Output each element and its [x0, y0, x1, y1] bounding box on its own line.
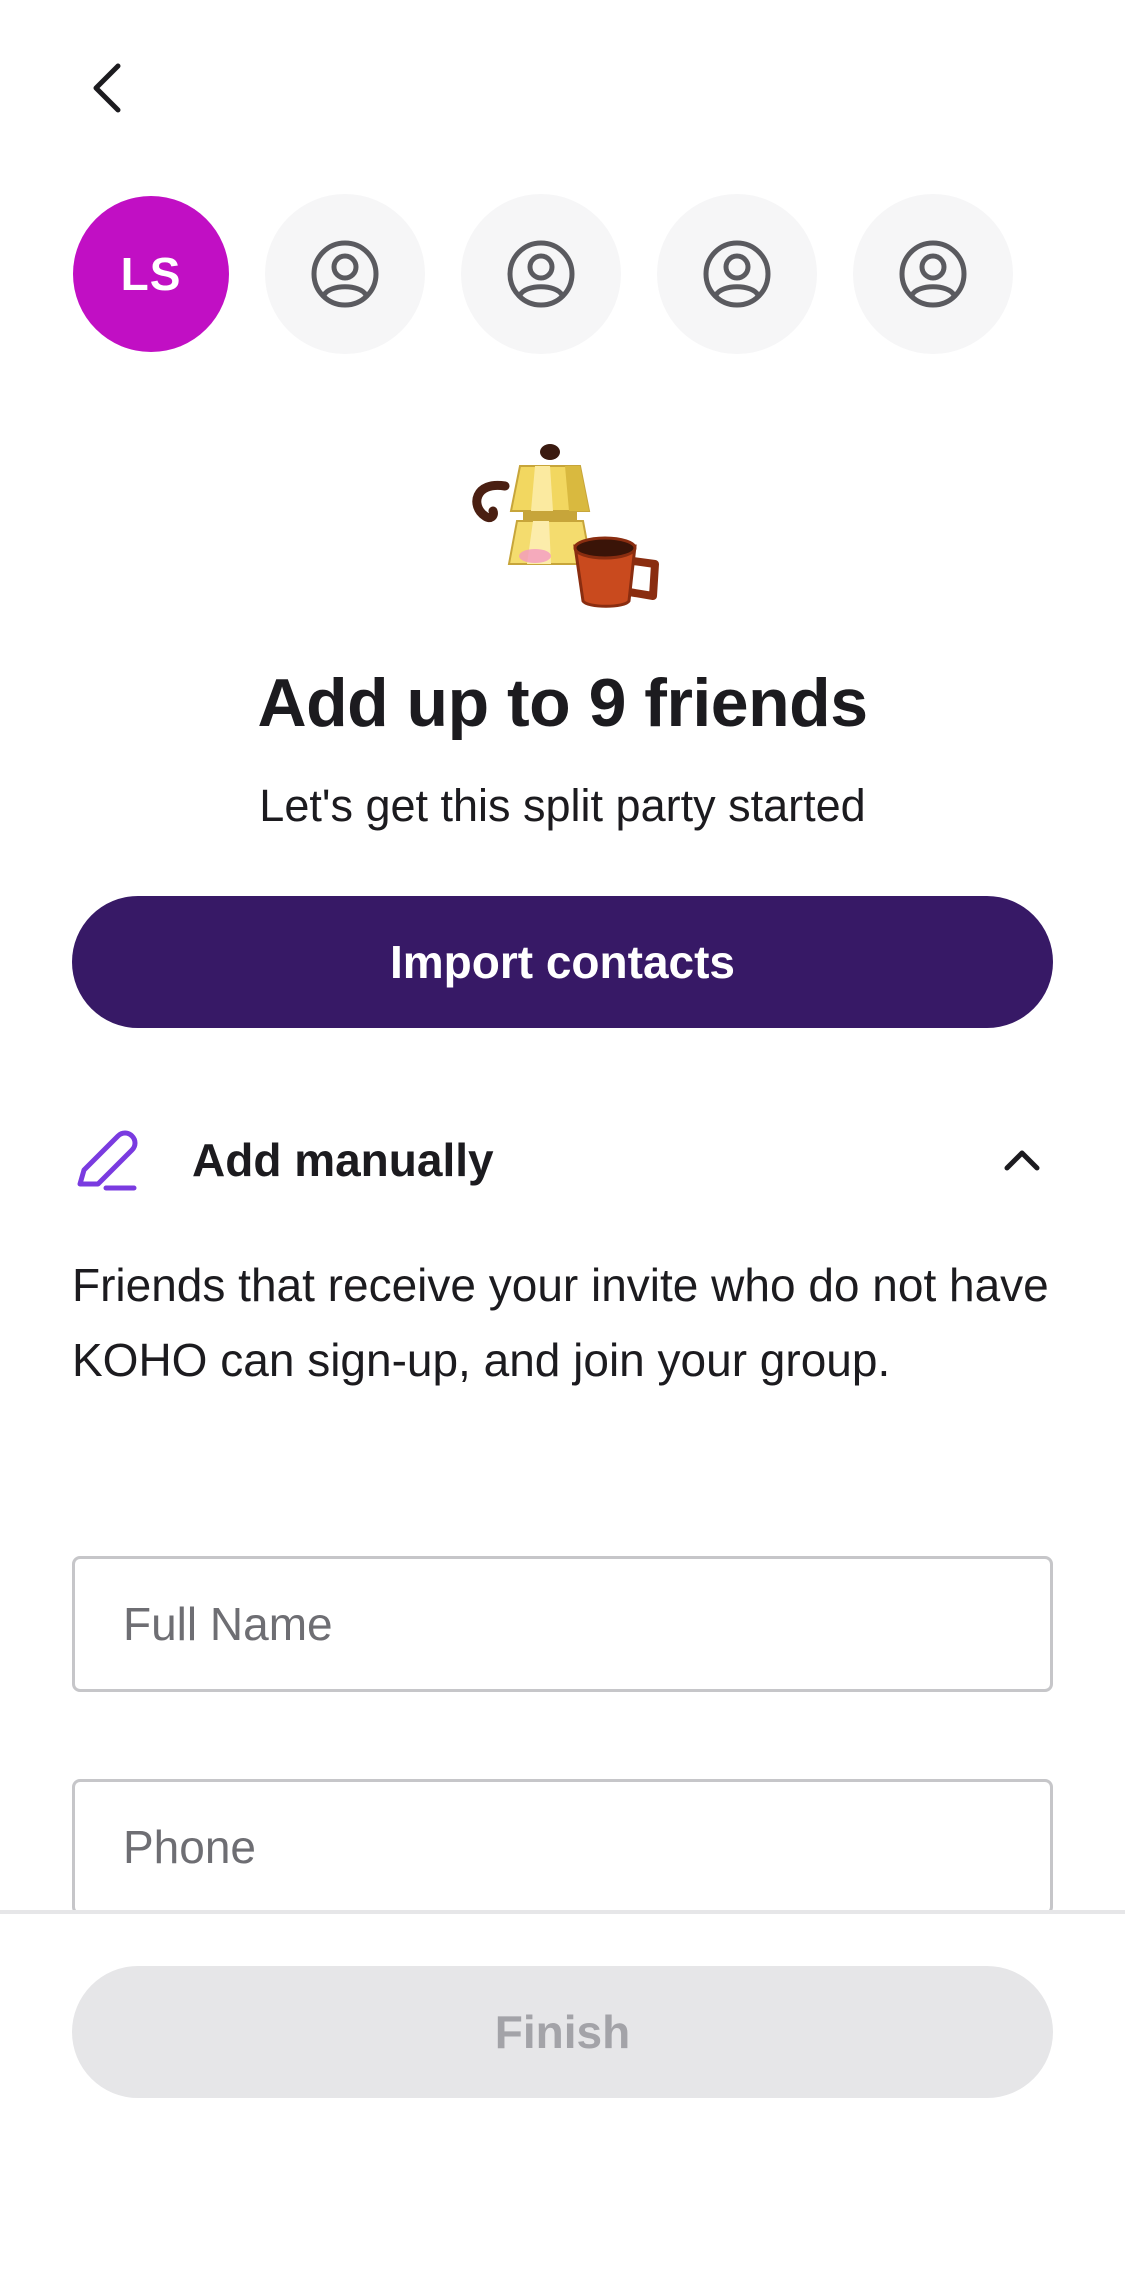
- add-manually-description: Friends that receive your invite who do …: [72, 1259, 1049, 1386]
- person-circle-icon: [899, 240, 967, 308]
- back-button[interactable]: [72, 48, 144, 128]
- full-name-field-container: [72, 1556, 1053, 1692]
- add-friends-screen: LS Add up to 9 friends Let's get this sp…: [0, 0, 1125, 2284]
- person-circle-icon: [311, 240, 379, 308]
- moka-pot-and-cup-illustration: [472, 444, 659, 608]
- person-circle-icon: [507, 240, 575, 308]
- avatar-current-user[interactable]: LS: [73, 196, 229, 352]
- page-title: Add up to 9 friends: [257, 665, 868, 741]
- import-contacts-button[interactable]: Import contacts: [72, 896, 1053, 1028]
- finish-button[interactable]: Finish: [72, 1966, 1053, 2098]
- full-name-input[interactable]: [75, 1559, 1050, 1689]
- group-members-row: LS: [73, 194, 1013, 354]
- avatar-empty-slot[interactable]: [853, 194, 1013, 354]
- avatar-initials: LS: [120, 248, 182, 300]
- avatar-empty-slot[interactable]: [461, 194, 621, 354]
- avatar-empty-slot[interactable]: [265, 194, 425, 354]
- page-subtitle: Let's get this split party started: [259, 780, 866, 831]
- add-manually-label: Add manually: [192, 1134, 494, 1186]
- phone-field-container: [72, 1779, 1053, 1915]
- pencil-icon: [77, 1130, 138, 1191]
- chevron-left-icon: [93, 63, 121, 113]
- add-manually-toggle[interactable]: Add manually: [72, 1126, 1053, 1194]
- avatar-empty-slot[interactable]: [657, 194, 817, 354]
- chevron-up-icon: [1004, 1150, 1040, 1171]
- bottom-action-bar: Finish: [0, 1910, 1125, 2284]
- phone-input[interactable]: [75, 1782, 1050, 1912]
- person-circle-icon: [703, 240, 771, 308]
